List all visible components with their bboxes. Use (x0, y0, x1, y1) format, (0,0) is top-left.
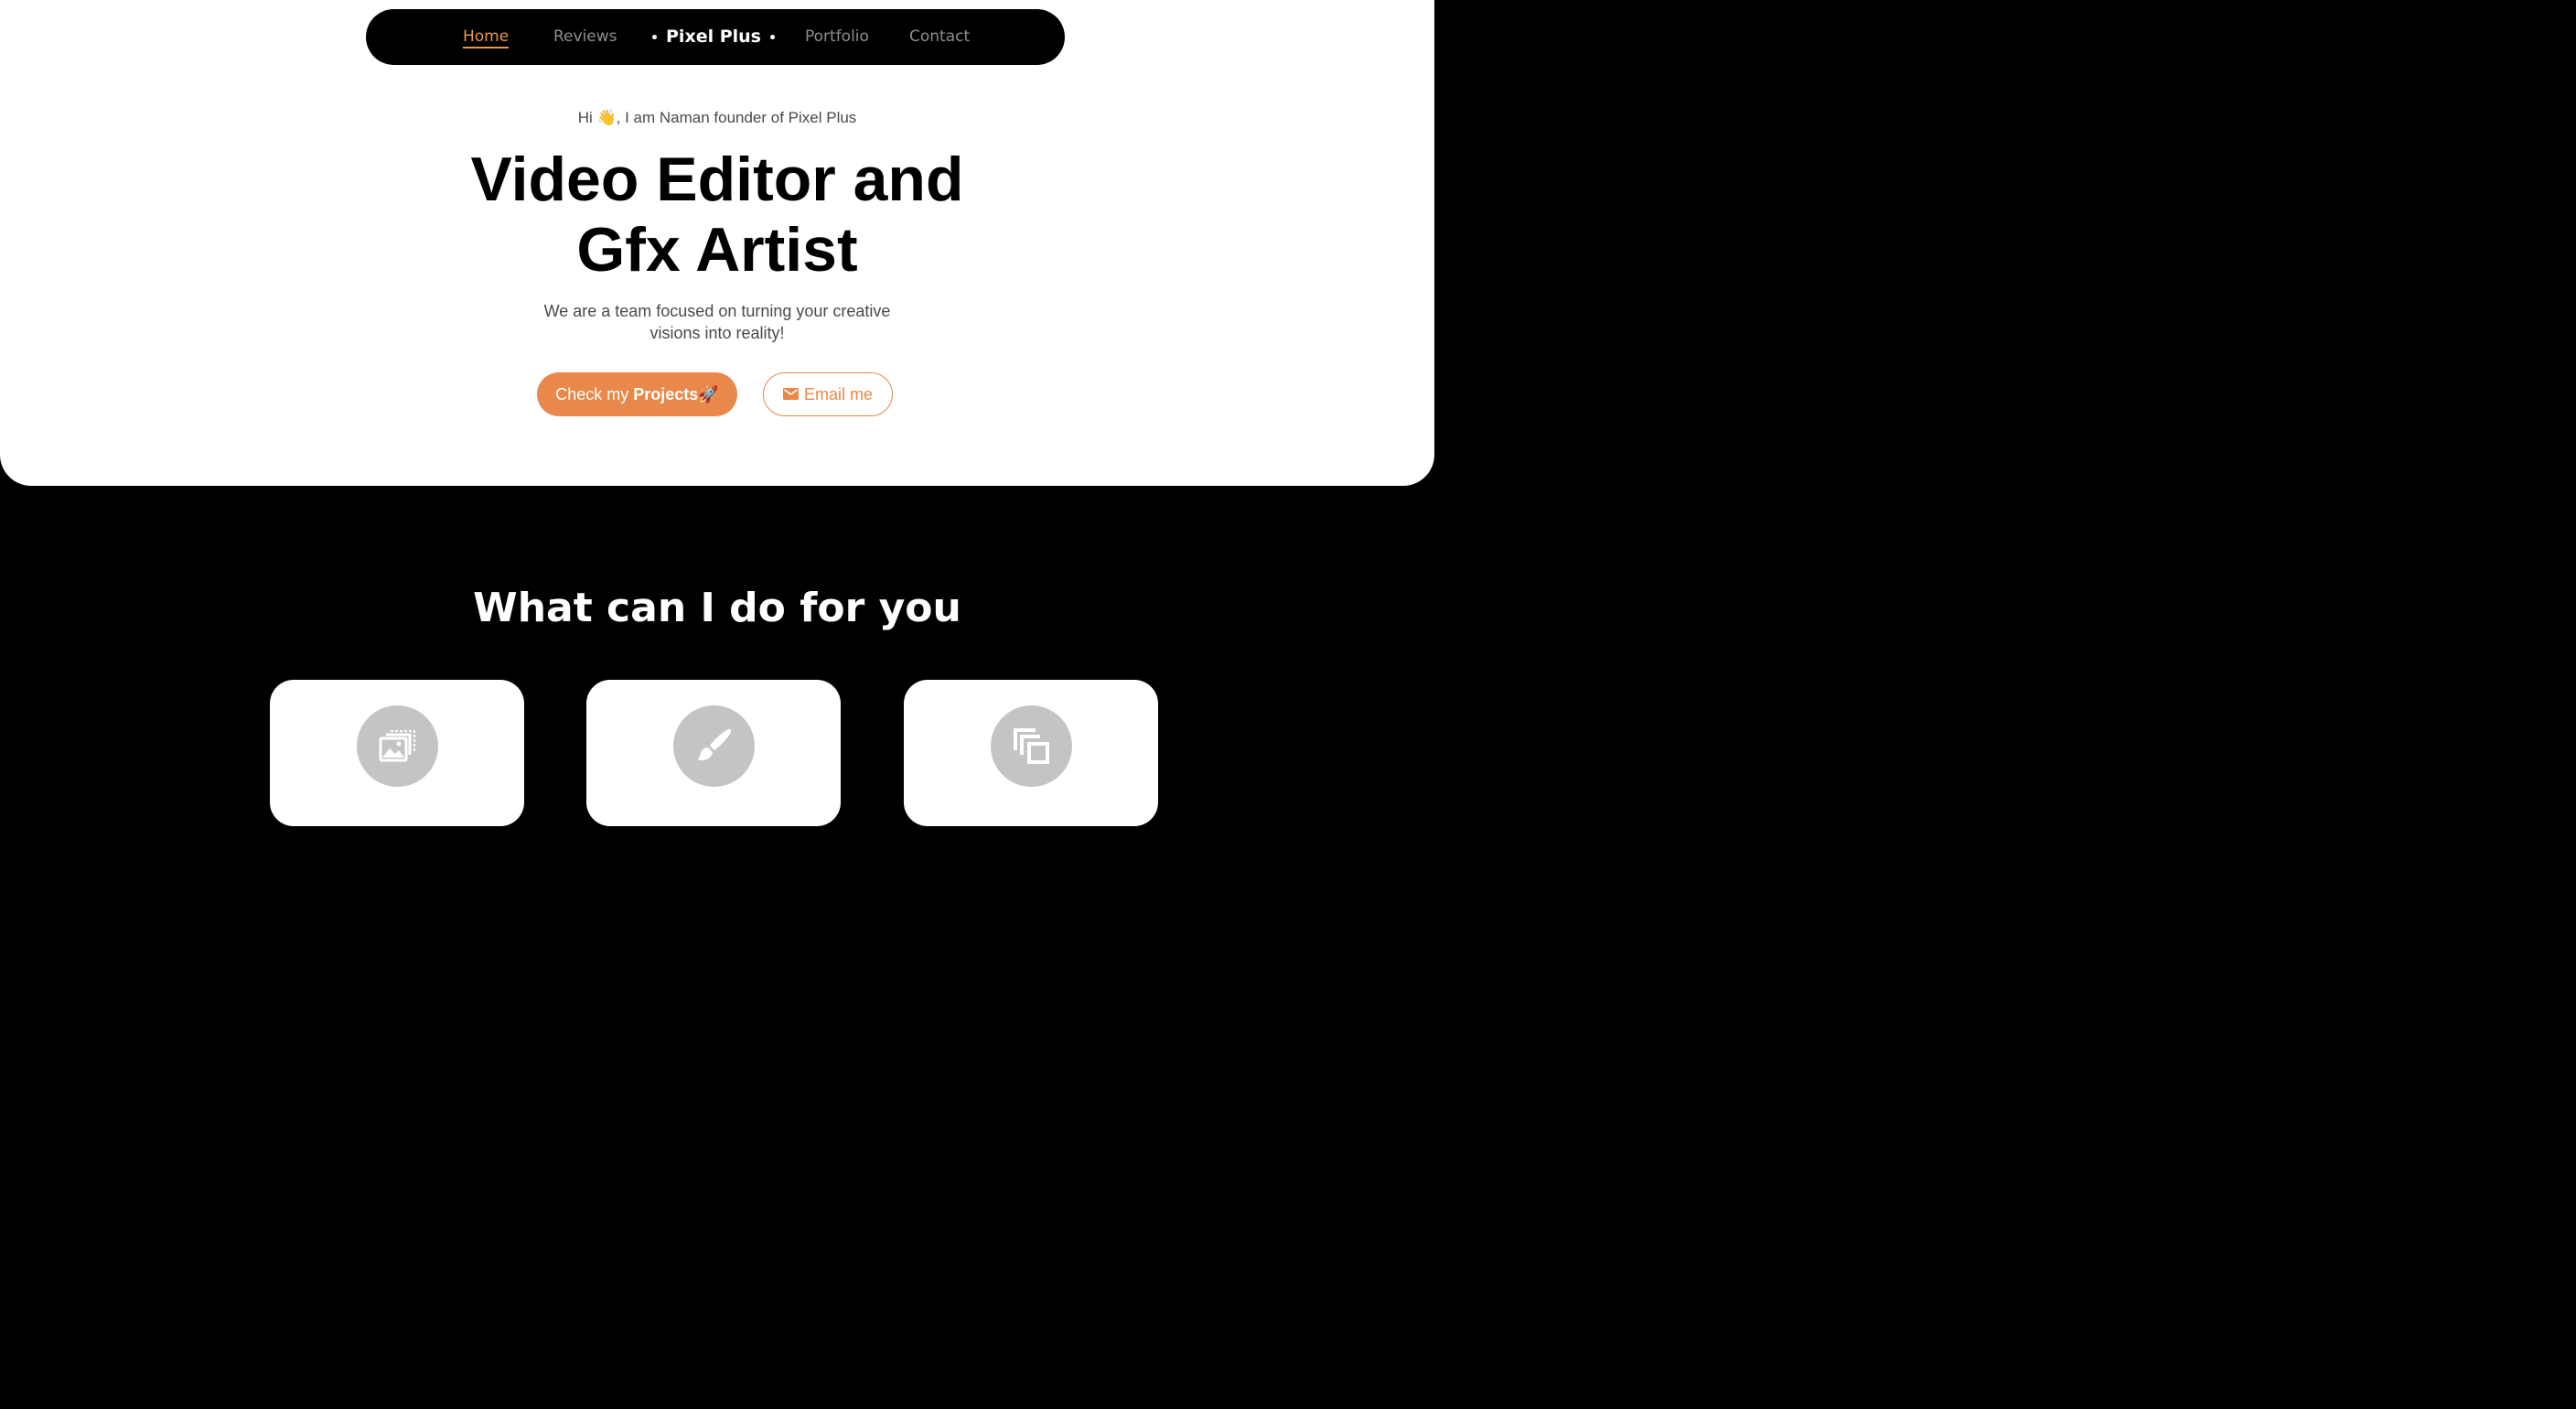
nav-brand-logo[interactable]: Pixel Plus (652, 9, 775, 65)
image-gallery-icon (379, 730, 415, 762)
nav-brand-label: Pixel Plus (666, 27, 761, 47)
mail-icon (782, 387, 799, 400)
email-button-label: Email me (803, 384, 873, 403)
nav-link-reviews[interactable]: Reviews (553, 9, 617, 65)
nav-link-home[interactable]: Home (463, 9, 510, 65)
page: Home Reviews Pixel Plus Portfolio Contac… (0, 0, 1434, 826)
nav-home-label: Home (463, 27, 510, 48)
copy-layers-icon (1014, 728, 1049, 764)
card-icon-circle (673, 705, 755, 787)
card-icon-circle (357, 705, 438, 787)
card-icon-circle (991, 705, 1072, 787)
navbar: Home Reviews Pixel Plus Portfolio Contac… (366, 9, 1065, 65)
nav-link-portfolio[interactable]: Portfolio (805, 9, 869, 65)
projects-button-prefix: Check my (555, 385, 634, 403)
rocket-icon: 🚀 (698, 385, 719, 403)
services-title: What can I do for you (473, 585, 961, 631)
service-card-1 (270, 680, 524, 826)
nav-link-contact[interactable]: Contact (909, 9, 970, 65)
hero-headline-line2: Gfx Artist (576, 215, 858, 285)
check-projects-button[interactable]: Check my Projects🚀 (537, 372, 737, 416)
hero-section: Home Reviews Pixel Plus Portfolio Contac… (0, 0, 1434, 486)
service-card-2 (586, 680, 841, 826)
brand-dot-right-icon (769, 35, 775, 39)
hero-headline: Video Editor and Gfx Artist (397, 145, 1037, 285)
paint-brush-icon (697, 728, 732, 760)
service-card-3 (904, 680, 1158, 826)
brand-dot-left-icon (652, 35, 657, 39)
hero-greeting: Hi 👋, I am Naman founder of Pixel Plus (577, 109, 857, 126)
projects-button-bold: Projects (633, 385, 699, 403)
hero-headline-line1: Video Editor and (470, 145, 964, 214)
email-me-button[interactable]: Email me (763, 372, 893, 416)
hero-subtitle: We are a team focused on turning your cr… (543, 302, 891, 342)
